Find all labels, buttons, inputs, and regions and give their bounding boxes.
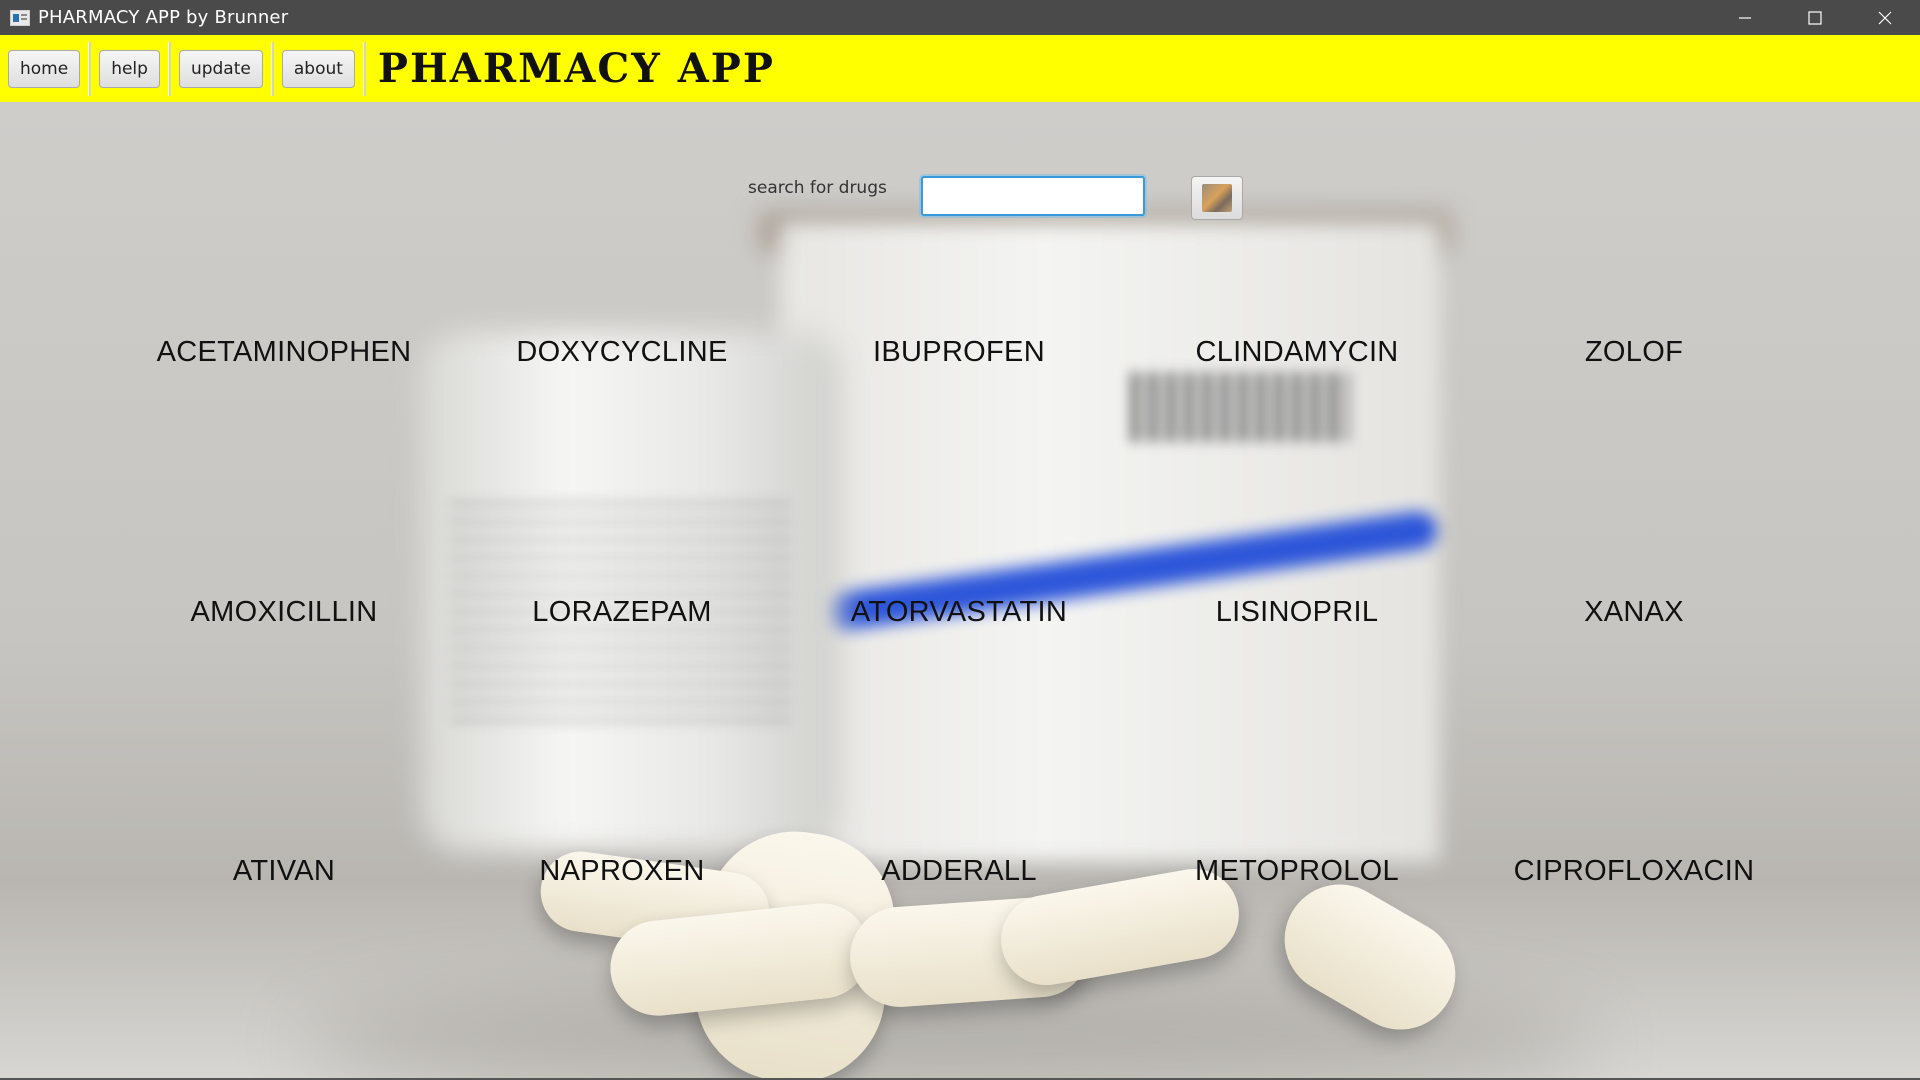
- toolbar-separator: [88, 41, 92, 96]
- app-icon: [10, 9, 30, 26]
- window-controls: [1710, 0, 1920, 35]
- update-button[interactable]: update: [178, 49, 263, 88]
- drug-link-ibuprofen[interactable]: IBUPROFEN: [873, 336, 1045, 369]
- drug-link-atorvastatin[interactable]: ATORVASTATIN: [851, 596, 1067, 629]
- search-button[interactable]: [1191, 176, 1243, 220]
- drug-link-xanax[interactable]: XANAX: [1584, 596, 1684, 629]
- toolbar: home help update about PHARMACY APP: [0, 35, 1920, 102]
- drug-link-doxycycline[interactable]: DOXYCYCLINE: [516, 336, 727, 369]
- window-title-bar[interactable]: PHARMACY APP by Brunner: [0, 0, 1920, 35]
- about-button[interactable]: about: [281, 49, 355, 88]
- drug-link-clindamycin[interactable]: CLINDAMYCIN: [1195, 336, 1398, 369]
- drug-link-amoxicillin[interactable]: AMOXICILLIN: [190, 596, 377, 629]
- drug-link-lorazepam[interactable]: LORAZEPAM: [532, 596, 711, 629]
- drug-link-adderall[interactable]: ADDERALL: [881, 855, 1037, 888]
- search-image-icon: [1202, 184, 1232, 212]
- drug-link-zolof[interactable]: ZOLOF: [1585, 336, 1683, 369]
- minimize-icon[interactable]: [1710, 0, 1780, 35]
- toolbar-separator: [270, 41, 274, 96]
- drug-link-metoprolol[interactable]: METOPROLOL: [1195, 855, 1399, 888]
- help-button[interactable]: help: [99, 49, 160, 88]
- window-title: PHARMACY APP by Brunner: [38, 7, 289, 28]
- drug-link-ativan[interactable]: ATIVAN: [233, 855, 335, 888]
- toolbar-separator: [167, 41, 171, 96]
- search-label: search for drugs: [748, 178, 887, 198]
- search-input[interactable]: [921, 176, 1145, 216]
- maximize-icon[interactable]: [1780, 0, 1850, 35]
- toolbar-separator: [362, 41, 366, 96]
- drug-link-ciprofloxacin[interactable]: CIPROFLOXACIN: [1514, 855, 1755, 888]
- main-content: search for drugs ACETAMINOPHEN DOXYCYCLI…: [0, 102, 1920, 1078]
- close-icon[interactable]: [1850, 0, 1920, 35]
- drug-link-acetaminophen[interactable]: ACETAMINOPHEN: [157, 336, 412, 369]
- drug-link-lisinopril[interactable]: LISINOPRIL: [1216, 596, 1379, 629]
- app-title: PHARMACY APP: [377, 45, 775, 92]
- drug-link-naproxen[interactable]: NAPROXEN: [539, 855, 704, 888]
- home-button[interactable]: home: [8, 49, 81, 88]
